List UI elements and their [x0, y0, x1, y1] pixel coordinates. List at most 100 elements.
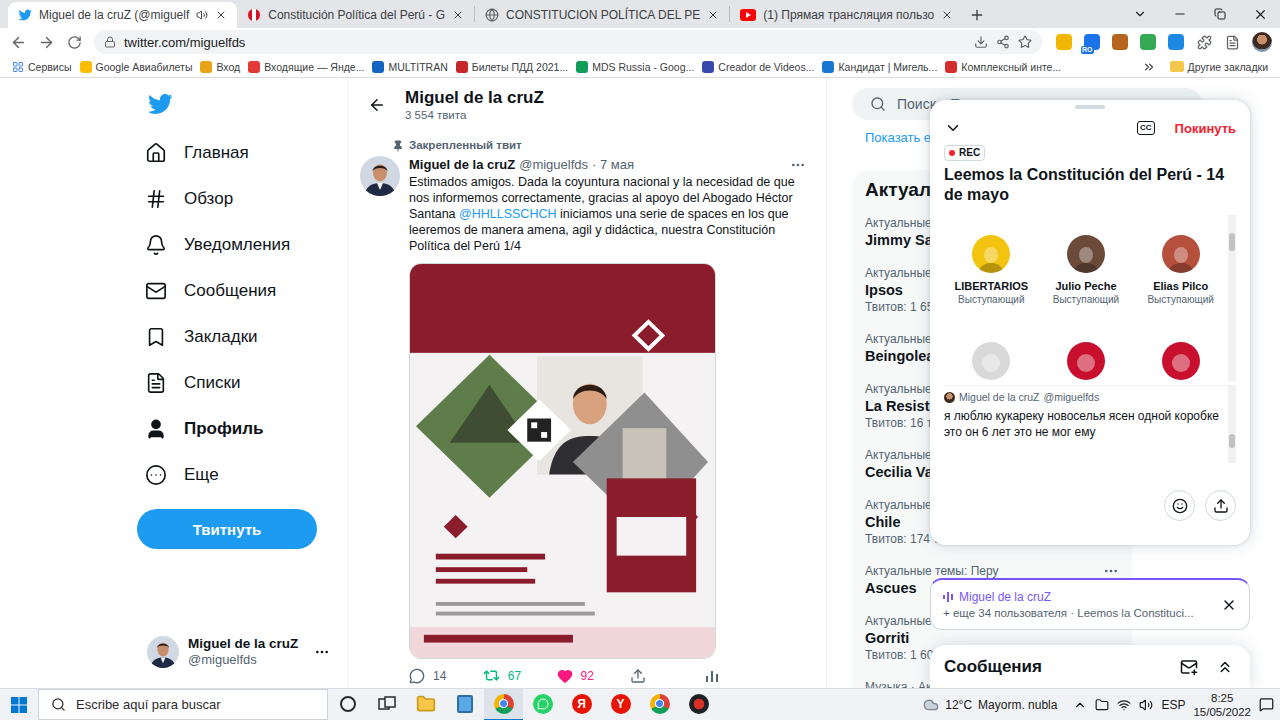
reaction-button[interactable]	[1164, 490, 1195, 521]
bookmark-item[interactable]: MULTITRAN	[368, 61, 451, 73]
reload-button[interactable]	[62, 30, 86, 54]
reading-list-button[interactable]	[1220, 30, 1244, 54]
expand-icon[interactable]	[1216, 658, 1234, 676]
taskbar-app[interactable]	[484, 689, 523, 720]
bookmark-item[interactable]: Сервисы	[8, 61, 76, 73]
taskbar-app[interactable]	[367, 689, 406, 720]
sidebar-item[interactable]: Еще	[137, 452, 330, 498]
bookmark-item[interactable]: Вход	[196, 61, 244, 73]
share-page-icon[interactable]	[996, 35, 1010, 49]
bookmark-item[interactable]: MDS Russia - Goog...	[572, 61, 698, 73]
extension-button[interactable]	[1168, 34, 1184, 50]
taskbar-app[interactable]	[523, 689, 562, 720]
browser-tab[interactable]: CONSTITUCION POLÍTICA DEL PE	[475, 2, 729, 28]
share-space-button[interactable]	[1205, 490, 1236, 521]
retweet-button[interactable]: 67	[483, 667, 533, 684]
weather-widget[interactable]: 12°CMayorm. nubla	[923, 697, 1057, 713]
sidebar-item[interactable]: Списки	[137, 360, 330, 406]
language-indicator[interactable]: ESP	[1161, 698, 1185, 712]
profile-avatar[interactable]	[1252, 32, 1272, 52]
tweet-more-button[interactable]	[790, 157, 818, 173]
new-message-icon[interactable]	[1180, 658, 1198, 676]
taskbar-app[interactable]: Y	[601, 689, 640, 720]
taskbar-app[interactable]	[445, 689, 484, 720]
bookmark-item[interactable]: Creador de Videos...	[698, 61, 818, 73]
bookmark-item[interactable]: Google Авиабилеты	[76, 61, 197, 73]
bookmark-item[interactable]: Кандидат | Мигель...	[818, 61, 941, 73]
show-hidden-icon[interactable]	[1073, 698, 1087, 712]
clock[interactable]: 8:2515/05/2022	[1193, 691, 1251, 719]
leave-button[interactable]: Покинуть	[1175, 121, 1236, 136]
reply-button[interactable]: 14	[409, 668, 459, 684]
sidebar-item[interactable]: Сообщения	[137, 268, 330, 314]
browser-tab[interactable]: (1) Прямая трансляция пользо	[730, 2, 963, 28]
like-button[interactable]: 92	[557, 668, 607, 684]
scrollbar[interactable]	[1228, 386, 1236, 463]
bookmark-star-icon[interactable]	[1018, 35, 1032, 49]
close-tab-icon[interactable]	[452, 9, 464, 21]
analytics-button[interactable]	[704, 668, 754, 684]
extension-button[interactable]	[1056, 34, 1072, 50]
speaker[interactable]: Elias PilcoВыступающий	[1133, 235, 1228, 307]
scrollbar[interactable]	[1228, 215, 1236, 381]
taskbar-app[interactable]: Я	[562, 689, 601, 720]
tray-folder-icon[interactable]	[1095, 698, 1109, 712]
twitter-logo[interactable]	[137, 88, 330, 120]
taskbar-app[interactable]	[406, 689, 445, 720]
volume-icon[interactable]	[1139, 698, 1153, 712]
close-icon[interactable]	[1221, 597, 1237, 613]
back-button[interactable]	[6, 30, 30, 54]
captions-button[interactable]: CC	[1137, 121, 1155, 135]
sidebar-item[interactable]: Уведомления	[137, 222, 330, 268]
browser-tab[interactable]: Constitución Política del Perú - G	[237, 2, 474, 28]
speaker[interactable]: LIBERTARIOSВыступающий	[944, 235, 1039, 307]
network-icon[interactable]	[1117, 698, 1131, 712]
collapse-icon[interactable]	[944, 119, 962, 137]
restore-button[interactable]	[1200, 0, 1240, 28]
sidebar-item[interactable]: Профиль	[137, 406, 330, 452]
messages-drawer[interactable]: Сообщения	[930, 645, 1250, 688]
drag-handle[interactable]	[1075, 105, 1105, 109]
taskbar-app[interactable]	[640, 689, 679, 720]
browser-tab[interactable]: Miguel de la cruZ (@miguelf	[8, 2, 237, 28]
speaker[interactable]	[944, 342, 1039, 380]
pinned-tweet[interactable]: Закрепленный твитMiguel de la cruZ@migue…	[348, 132, 826, 688]
sidebar-item[interactable]: Закладки	[137, 314, 330, 360]
speaker[interactable]	[1039, 342, 1134, 380]
bookmark-item[interactable]: Комплексный инте...	[941, 61, 1065, 73]
close-window-button[interactable]	[1240, 0, 1280, 28]
bookmark-item[interactable]: Входящие — Янде...	[244, 61, 368, 73]
more-bookmarks-icon[interactable]	[1142, 60, 1156, 74]
sidebar-item[interactable]: Обзор	[137, 176, 330, 222]
close-tab-icon[interactable]	[707, 9, 719, 21]
space-dock[interactable]: Miguel de la cruZ+ еще 34 пользователя ·…	[930, 578, 1250, 630]
extension-button[interactable]: RO	[1084, 34, 1100, 50]
address-bar[interactable]: twitter.com/miguelfds	[94, 30, 1042, 54]
tab-search-button[interactable]	[1120, 0, 1160, 28]
share-button[interactable]	[630, 668, 680, 684]
install-icon[interactable]	[974, 35, 988, 49]
forward-button[interactable]	[34, 30, 58, 54]
mention-link[interactable]: @HHLLSSCHCH	[459, 207, 556, 221]
other-bookmarks[interactable]: Другие закладки	[1166, 61, 1272, 73]
sidebar-item[interactable]: Главная	[137, 130, 330, 176]
new-tab-button[interactable]	[963, 2, 991, 28]
start-button[interactable]	[0, 689, 38, 720]
speaker[interactable]	[1133, 342, 1228, 380]
minimize-button[interactable]	[1160, 0, 1200, 28]
taskbar-search[interactable]: Escribe aquí para buscar	[38, 689, 328, 720]
speaker[interactable]: Julio PecheВыступающий	[1039, 235, 1134, 307]
bookmark-item[interactable]: Билеты ПДД 2021...	[452, 61, 572, 73]
taskbar-app[interactable]	[328, 689, 367, 720]
taskbar-app[interactable]	[679, 689, 718, 720]
extension-button[interactable]	[1140, 34, 1156, 50]
extension-button[interactable]	[1112, 34, 1128, 50]
close-tab-icon[interactable]	[215, 9, 227, 21]
tweet-media[interactable]	[409, 263, 716, 659]
extensions-button[interactable]	[1192, 30, 1216, 54]
tweet-button[interactable]: Твитнуть	[137, 509, 317, 549]
close-tab-icon[interactable]	[941, 9, 953, 21]
account-switcher[interactable]: Miguel de la cruZ@miguelfds	[137, 635, 330, 668]
more-icon[interactable]	[1103, 563, 1119, 579]
back-arrow-icon[interactable]	[368, 96, 386, 114]
